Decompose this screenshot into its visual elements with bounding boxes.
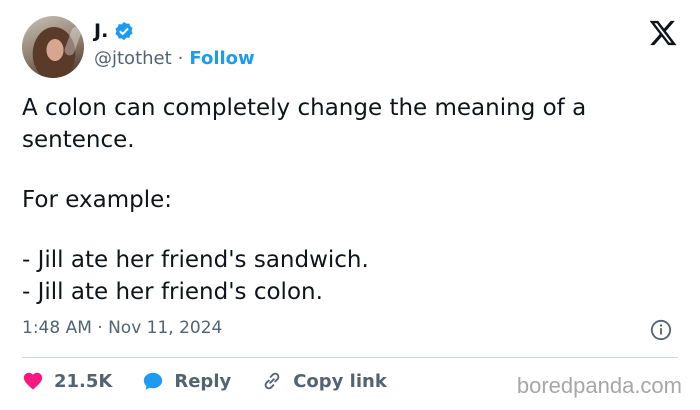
tweet-line-2: For example: xyxy=(22,187,172,213)
copy-link-button[interactable]: Copy link xyxy=(261,370,387,392)
tweet-line-3: - Jill ate her friend's sandwich. xyxy=(22,247,369,273)
separator-dot: · xyxy=(177,48,184,69)
follow-button[interactable]: Follow xyxy=(189,48,254,69)
tweet-line-4: - Jill ate her friend's colon. xyxy=(22,279,323,305)
reply-button[interactable]: Reply xyxy=(142,370,231,392)
author-handle[interactable]: @jtothet xyxy=(94,48,172,69)
heart-icon xyxy=(23,372,43,390)
author-handle-row: @jtothet · Follow xyxy=(94,48,255,69)
tweet-text: A colon can completely change the meanin… xyxy=(22,92,672,308)
info-icon[interactable] xyxy=(650,319,672,341)
copy-link-label: Copy link xyxy=(293,370,387,392)
avatar[interactable] xyxy=(22,16,84,78)
action-bar: 21.5K Reply Copy link xyxy=(22,370,417,392)
reply-label: Reply xyxy=(174,370,232,392)
author-name-row: J. xyxy=(94,20,134,42)
reply-bubble-icon xyxy=(144,372,163,390)
like-button[interactable]: 21.5K xyxy=(22,370,112,392)
divider xyxy=(22,357,678,358)
author-display-name[interactable]: J. xyxy=(94,20,108,42)
verified-badge-icon xyxy=(114,21,134,41)
like-count: 21.5K xyxy=(54,370,113,392)
tweet-timestamp[interactable]: 1:48 AM · Nov 11, 2024 xyxy=(22,318,222,338)
x-logo-icon[interactable] xyxy=(648,18,678,48)
tweet-line-1: A colon can completely change the meanin… xyxy=(22,95,587,153)
link-icon xyxy=(264,372,280,390)
watermark: boredpanda.com xyxy=(516,373,682,398)
